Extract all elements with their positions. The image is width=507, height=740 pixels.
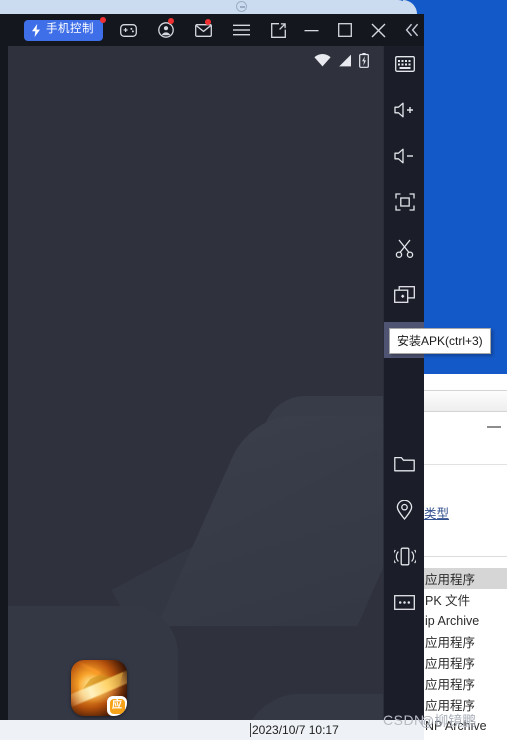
signal-icon bbox=[339, 54, 351, 66]
text-caret bbox=[250, 723, 251, 737]
emulator-window: 手机控制 应 安装APK(ctrl+3) 2023/10/7 10:17 bbox=[0, 14, 491, 740]
account-badge-dot bbox=[167, 18, 174, 24]
toolbar-spacer-2 bbox=[384, 620, 424, 718]
location-icon[interactable] bbox=[384, 492, 425, 528]
table-row[interactable]: PK 文件 bbox=[424, 589, 507, 610]
emulator-side-toolbar: APK bbox=[383, 46, 425, 740]
dialog-separator bbox=[424, 464, 507, 465]
table-row[interactable]: 应用程序 bbox=[424, 631, 507, 652]
mail-icon[interactable] bbox=[192, 14, 215, 46]
phone-control-button[interactable]: 手机控制 bbox=[24, 16, 106, 41]
close-button[interactable] bbox=[367, 14, 390, 46]
app-store-badge-letter: 应 bbox=[109, 698, 125, 714]
account-icon[interactable] bbox=[154, 14, 177, 46]
dialog-occluded-blue-area bbox=[424, 14, 507, 374]
table-row[interactable]: 应用程序 bbox=[424, 694, 507, 715]
browser-chrome-strip bbox=[0, 0, 507, 14]
file-open-dialog: 类型 应用程序 PK 文件 ip Archive 应用程序 应用程序 应用程序 … bbox=[424, 14, 507, 740]
table-row[interactable]: ip Archive bbox=[424, 610, 507, 631]
dialog-column-header[interactable]: 类型 bbox=[424, 502, 507, 524]
keyboard-icon[interactable] bbox=[384, 46, 425, 82]
browser-tab-favicon-icon bbox=[236, 1, 247, 12]
table-row[interactable]: 应用程序 bbox=[424, 652, 507, 673]
volume-down-icon[interactable] bbox=[384, 138, 425, 174]
app-icon-image: 应 bbox=[71, 660, 127, 716]
emulator-datetime: 2023/10/7 10:17 bbox=[252, 723, 339, 737]
dialog-separator-2 bbox=[424, 556, 507, 557]
dialog-body: 类型 应用程序 PK 文件 ip Archive 应用程序 应用程序 应用程序 … bbox=[424, 374, 507, 740]
bolt-icon bbox=[32, 23, 40, 37]
browser-tab[interactable] bbox=[0, 0, 417, 14]
column-header-type[interactable]: 类型 bbox=[424, 503, 449, 522]
phone-screen[interactable]: 应 王者一刀 bbox=[8, 46, 383, 740]
menu-icon[interactable] bbox=[229, 14, 252, 46]
install-apk-tooltip: 安装APK(ctrl+3) bbox=[389, 328, 491, 354]
file-list: 应用程序 PK 文件 ip Archive 应用程序 应用程序 应用程序 应用程… bbox=[424, 568, 507, 740]
folder-icon[interactable] bbox=[384, 446, 425, 482]
collapse-icon[interactable] bbox=[401, 14, 424, 46]
gamepad-icon[interactable] bbox=[117, 14, 140, 46]
scissors-icon[interactable] bbox=[384, 230, 425, 266]
table-row[interactable]: 应用程序 bbox=[424, 673, 507, 694]
battery-charging-icon bbox=[359, 52, 369, 68]
wifi-icon bbox=[314, 53, 331, 66]
multi-window-icon[interactable] bbox=[384, 276, 425, 312]
phone-control-badge-dot bbox=[100, 16, 106, 23]
popout-icon[interactable] bbox=[267, 14, 290, 46]
app-store-badge-icon: 应 bbox=[107, 696, 127, 716]
fullscreen-icon[interactable] bbox=[384, 184, 425, 220]
emulator-titlebar: 手机控制 bbox=[0, 14, 424, 46]
dialog-toolbar[interactable] bbox=[424, 390, 507, 412]
android-statusbar bbox=[8, 46, 383, 74]
shake-icon[interactable] bbox=[384, 538, 425, 574]
table-row[interactable]: NP Archive bbox=[424, 715, 507, 736]
table-row[interactable]: 应用程序 bbox=[424, 568, 507, 589]
dialog-divider-dash bbox=[487, 426, 501, 428]
app-icon-spark bbox=[75, 660, 101, 675]
maximize-button[interactable] bbox=[334, 14, 357, 46]
volume-up-icon[interactable] bbox=[384, 92, 425, 128]
table-row[interactable]: 应用程序 bbox=[424, 736, 507, 740]
phone-control-label: 手机控制 bbox=[46, 23, 94, 36]
minimize-button[interactable] bbox=[300, 14, 323, 46]
emulator-bottom-statusbar: 2023/10/7 10:17 bbox=[0, 720, 424, 740]
more-icon[interactable] bbox=[384, 584, 425, 620]
